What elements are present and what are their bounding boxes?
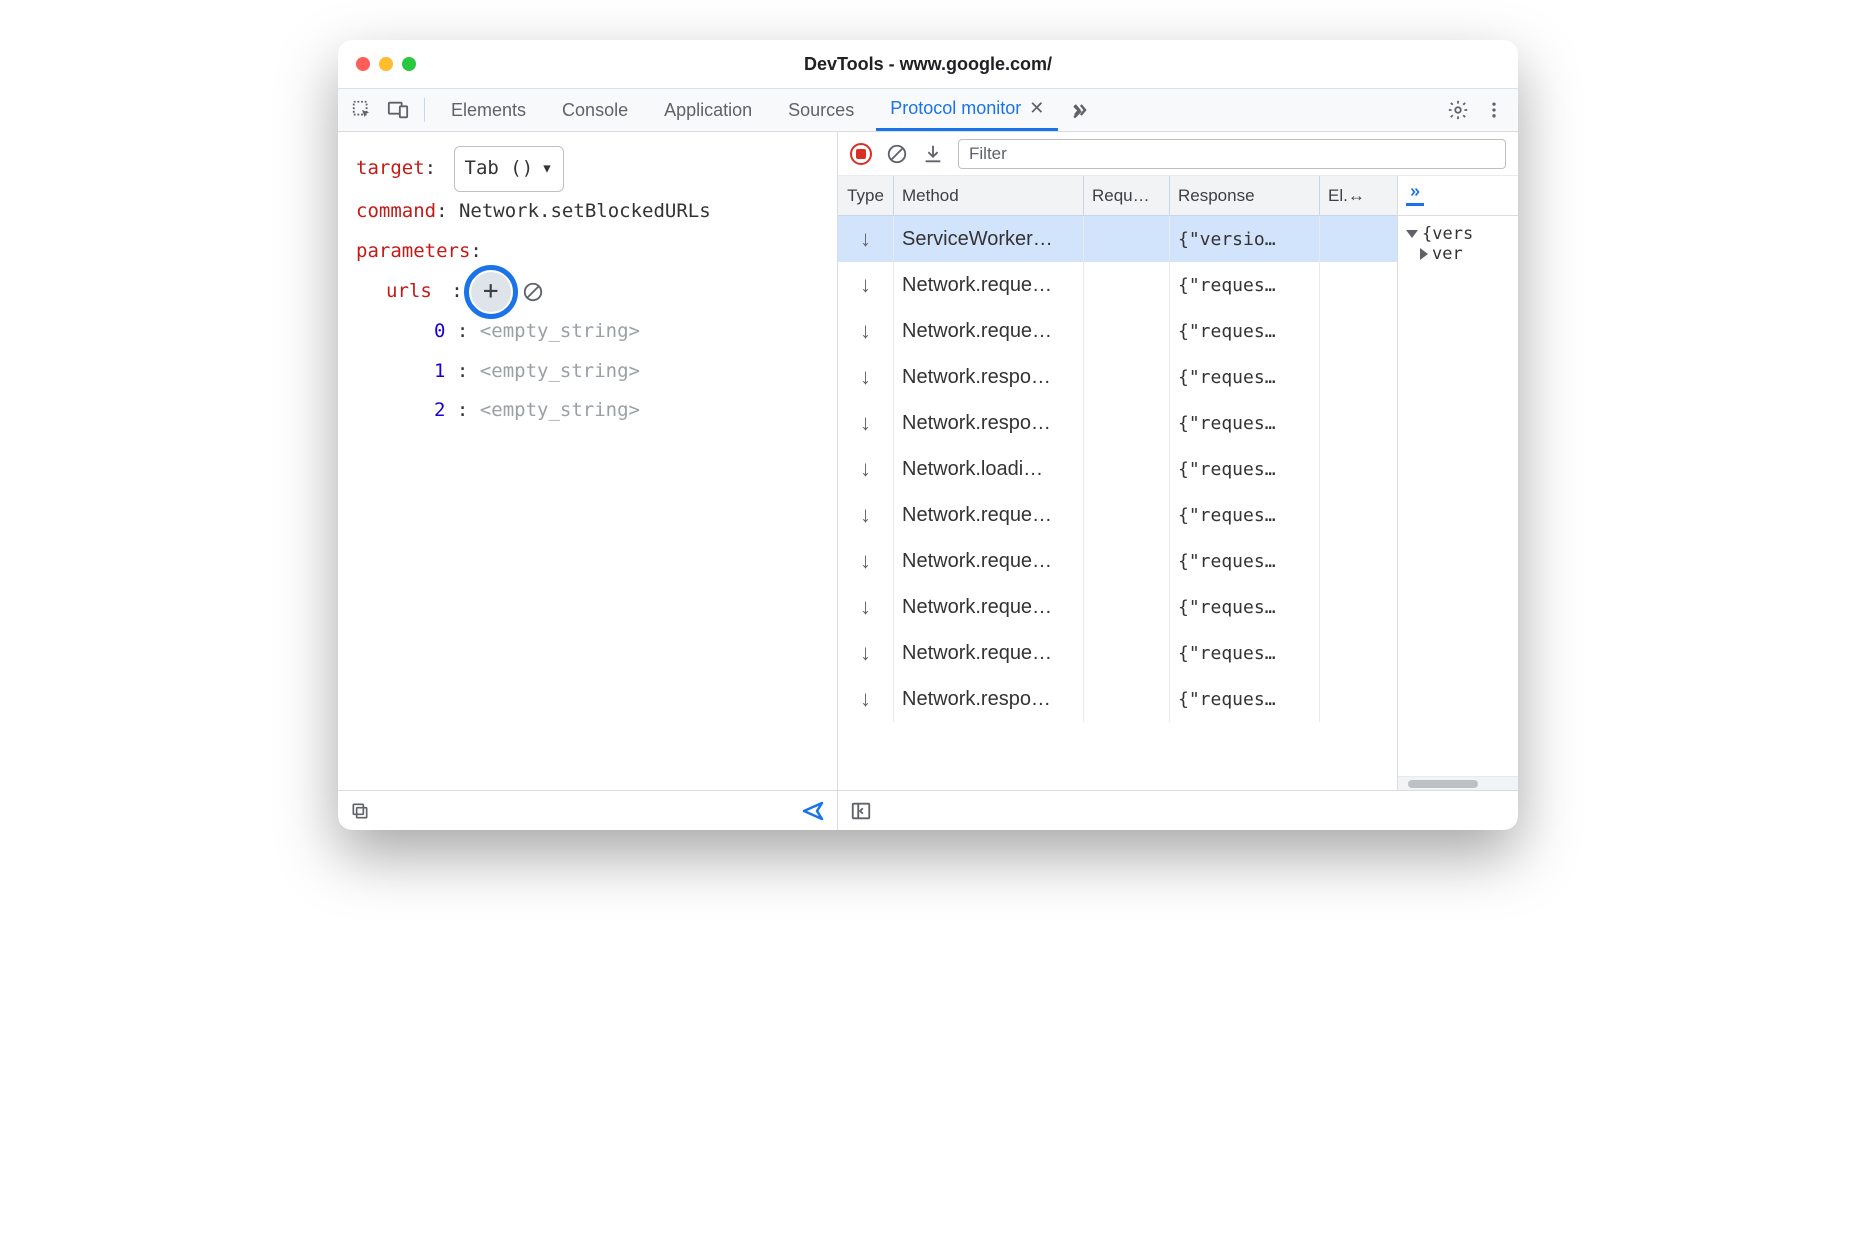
tab-console[interactable]: Console — [548, 89, 642, 131]
url-entry[interactable]: 1 : <empty_string> — [356, 352, 819, 392]
kebab-menu-icon[interactable] — [1480, 96, 1508, 124]
tab-protocol-monitor[interactable]: Protocol monitor ✕ — [876, 89, 1058, 131]
tabbar: Elements Console Application Sources Pro… — [338, 88, 1518, 132]
grid-header: Type Method Requ… Response El.↔ — [838, 176, 1397, 216]
filter-placeholder: Filter — [969, 144, 1007, 164]
incoming-icon: ↓ — [860, 226, 871, 252]
header-request[interactable]: Requ… — [1084, 176, 1170, 215]
editor-footer — [338, 790, 837, 830]
tab-application[interactable]: Application — [650, 89, 766, 131]
tree-root[interactable]: {vers — [1406, 224, 1510, 244]
log-row[interactable]: ↓Network.respo…{"reques… — [838, 354, 1397, 400]
incoming-icon: ↓ — [860, 410, 871, 436]
command-key: command — [356, 200, 436, 222]
record-button[interactable] — [850, 143, 872, 165]
download-button[interactable] — [922, 143, 944, 165]
url-entry[interactable]: 0 : <empty_string> — [356, 312, 819, 352]
log-row[interactable]: ↓ServiceWorker…{"versio… — [838, 216, 1397, 262]
inspect-icon[interactable] — [348, 96, 376, 124]
incoming-icon: ↓ — [860, 456, 871, 482]
tab-sources[interactable]: Sources — [774, 89, 868, 131]
devtools-window: DevTools - www.google.com/ Elements Cons… — [338, 40, 1518, 830]
log-row[interactable]: ↓Network.reque…{"reques… — [838, 584, 1397, 630]
grid-body: ↓ServiceWorker…{"versio…↓Network.reque…{… — [838, 216, 1397, 790]
toggle-drawer-icon[interactable] — [850, 800, 872, 822]
close-tab-icon[interactable]: ✕ — [1029, 98, 1044, 119]
log-row[interactable]: ↓Network.respo…{"reques… — [838, 400, 1397, 446]
more-tabs-icon[interactable] — [1066, 96, 1094, 124]
sidebar-tabs — [1398, 176, 1518, 216]
incoming-icon: ↓ — [860, 364, 871, 390]
header-method[interactable]: Method — [894, 176, 1084, 215]
filter-input[interactable]: Filter — [958, 139, 1506, 169]
log-row[interactable]: ↓Network.loadi…{"reques… — [838, 446, 1397, 492]
incoming-icon: ↓ — [860, 686, 871, 712]
copy-icon[interactable] — [350, 801, 370, 821]
incoming-icon: ↓ — [860, 594, 871, 620]
incoming-icon: ↓ — [860, 318, 871, 344]
target-select[interactable]: Tab () ▾ — [454, 146, 564, 192]
command-value[interactable]: Network.setBlockedURLs — [459, 200, 711, 222]
log-grid: Type Method Requ… Response El.↔ ↓Service… — [838, 176, 1398, 790]
tree-child[interactable]: ver — [1406, 244, 1510, 264]
clear-urls-button[interactable] — [519, 278, 547, 306]
incoming-icon: ↓ — [860, 502, 871, 528]
detail-sidebar: {vers ver — [1398, 176, 1518, 790]
header-response[interactable]: Response — [1170, 176, 1320, 215]
incoming-icon: ↓ — [860, 272, 871, 298]
log-row[interactable]: ↓Network.reque…{"reques… — [838, 630, 1397, 676]
log-toolbar: Filter — [838, 132, 1518, 176]
add-url-button[interactable]: + — [471, 272, 511, 312]
url-entry[interactable]: 2 : <empty_string> — [356, 391, 819, 431]
urls-key: urls — [386, 272, 432, 312]
log-row[interactable]: ↓Network.reque…{"reques… — [838, 262, 1397, 308]
caret-down-icon: ▾ — [541, 149, 552, 189]
log-row[interactable]: ↓Network.reque…{"reques… — [838, 538, 1397, 584]
log-row[interactable]: ↓Network.reque…{"reques… — [838, 492, 1397, 538]
tab-label: Protocol monitor — [890, 98, 1021, 119]
target-key: target — [356, 157, 425, 179]
horizontal-scrollbar[interactable] — [1398, 776, 1518, 790]
header-type[interactable]: Type — [838, 176, 894, 215]
send-command-button[interactable] — [801, 799, 825, 823]
titlebar: DevTools - www.google.com/ — [338, 40, 1518, 88]
log-footer — [838, 790, 1518, 830]
log-row[interactable]: ↓Network.respo…{"reques… — [838, 676, 1397, 722]
protocol-log-pane: Filter Type Method Requ… Response El.↔ ↓… — [838, 132, 1518, 830]
sidebar-more-tabs-icon[interactable] — [1406, 185, 1424, 206]
device-toggle-icon[interactable] — [384, 96, 412, 124]
incoming-icon: ↓ — [860, 548, 871, 574]
separator — [424, 98, 425, 122]
settings-icon[interactable] — [1444, 96, 1472, 124]
main-content: target: Tab () ▾ command: Network.setBlo… — [338, 132, 1518, 830]
log-row[interactable]: ↓Network.reque…{"reques… — [838, 308, 1397, 354]
window-title: DevTools - www.google.com/ — [338, 54, 1518, 75]
target-value: Tab () — [465, 149, 534, 189]
clear-log-button[interactable] — [886, 143, 908, 165]
incoming-icon: ↓ — [860, 640, 871, 666]
parameters-key: parameters — [356, 240, 470, 262]
sidebar-body: {vers ver — [1398, 216, 1518, 776]
tab-elements[interactable]: Elements — [437, 89, 540, 131]
command-editor-pane: target: Tab () ▾ command: Network.setBlo… — [338, 132, 838, 830]
command-editor: target: Tab () ▾ command: Network.setBlo… — [338, 132, 837, 790]
header-elapsed[interactable]: El.↔ — [1320, 176, 1397, 215]
